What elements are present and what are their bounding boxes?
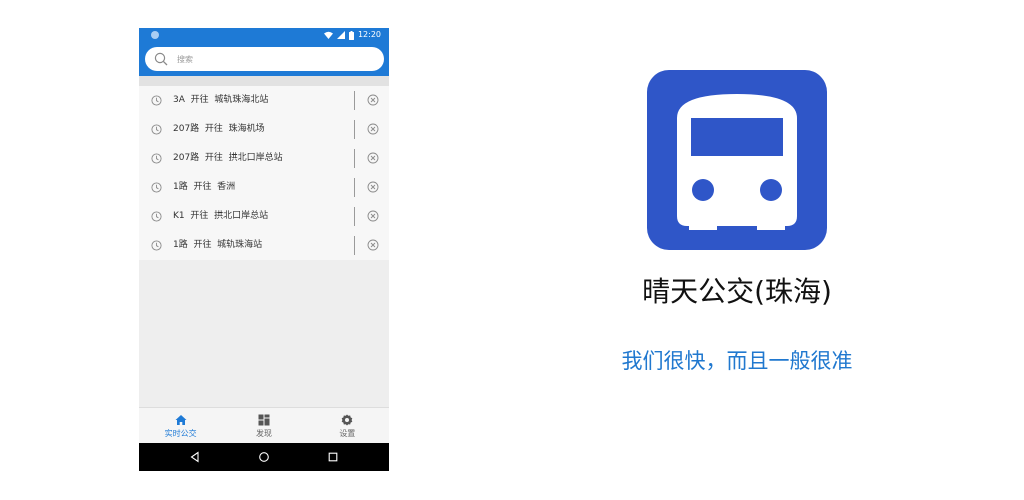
status-icons: 12:20 <box>323 29 381 41</box>
grid-icon <box>258 414 270 426</box>
history-item[interactable]: 1路 开往 香洲 <box>139 173 389 202</box>
search-input[interactable] <box>177 47 372 71</box>
history-item[interactable]: 207路 开往 拱北口岸总站 <box>139 144 389 173</box>
clock-icon <box>151 153 162 164</box>
back-icon[interactable] <box>189 451 201 463</box>
delete-icon[interactable] <box>367 181 379 193</box>
row-separator <box>354 236 355 255</box>
clock-icon <box>151 240 162 251</box>
delete-icon[interactable] <box>367 239 379 251</box>
screenshot-stage: 12:20 3A 开往 城轨珠海北站 207路 开往 珠海机场 207路 开往 拱北… <box>0 0 1024 500</box>
row-separator <box>354 149 355 168</box>
app-title: 晴天公交(珠海) <box>642 275 832 308</box>
history-item[interactable]: 207路 开往 珠海机场 <box>139 115 389 144</box>
clock-icon <box>151 211 162 222</box>
status-time: 12:20 <box>357 30 381 39</box>
phone-screen: 12:20 3A 开往 城轨珠海北站 207路 开往 珠海机场 207路 开往 拱北… <box>139 28 389 471</box>
clock-icon <box>151 124 162 135</box>
search-icon <box>154 52 168 66</box>
history-list: 3A 开往 城轨珠海北站 207路 开往 珠海机场 207路 开往 拱北口岸总站 1路… <box>139 86 389 260</box>
wifi-icon <box>323 31 333 39</box>
home-icon <box>175 415 187 425</box>
bus-icon <box>677 94 797 230</box>
bottom-tab-bar: 实时公交 发现 设置 <box>139 407 389 443</box>
recents-icon[interactable] <box>327 451 339 463</box>
clock-icon <box>151 182 162 193</box>
tab-discover[interactable]: 发现 <box>222 408 305 443</box>
tab-settings[interactable]: 设置 <box>306 408 389 443</box>
home-nav-icon[interactable] <box>258 451 270 463</box>
tab-realtime-bus[interactable]: 实时公交 <box>139 408 222 443</box>
search-bar[interactable] <box>145 47 384 71</box>
system-nav-bar <box>139 443 389 471</box>
delete-icon[interactable] <box>367 123 379 135</box>
tab-label: 设置 <box>339 429 356 438</box>
signal-icon <box>336 31 345 39</box>
history-item-label: 207路 开往 拱北口岸总站 <box>173 153 283 163</box>
delete-icon[interactable] <box>367 210 379 222</box>
header-divider <box>139 76 389 86</box>
notification-icon <box>151 31 159 39</box>
row-separator <box>354 178 355 197</box>
history-item[interactable]: 3A 开往 城轨珠海北站 <box>139 86 389 115</box>
history-item-label: K1 开往 拱北口岸总站 <box>173 211 269 221</box>
app-header <box>139 42 389 76</box>
app-logo <box>647 70 827 250</box>
history-item-label: 1路 开往 城轨珠海站 <box>173 240 263 250</box>
delete-icon[interactable] <box>367 94 379 106</box>
status-bar: 12:20 <box>139 28 389 42</box>
battery-icon <box>348 30 354 40</box>
history-item-label: 1路 开往 香洲 <box>173 182 236 192</box>
history-item-label: 3A 开往 城轨珠海北站 <box>173 95 269 105</box>
app-slogan: 我们很快，而且一般很准 <box>621 349 853 373</box>
row-separator <box>354 207 355 226</box>
tab-label: 实时公交 <box>164 429 197 438</box>
clock-icon <box>151 95 162 106</box>
history-item[interactable]: K1 开往 拱北口岸总站 <box>139 202 389 231</box>
delete-icon[interactable] <box>367 152 379 164</box>
history-item-label: 207路 开往 珠海机场 <box>173 124 265 134</box>
tab-label: 发现 <box>255 429 272 438</box>
gear-icon <box>342 414 353 426</box>
row-separator <box>354 91 355 110</box>
history-item[interactable]: 1路 开往 城轨珠海站 <box>139 231 389 260</box>
row-separator <box>354 120 355 139</box>
